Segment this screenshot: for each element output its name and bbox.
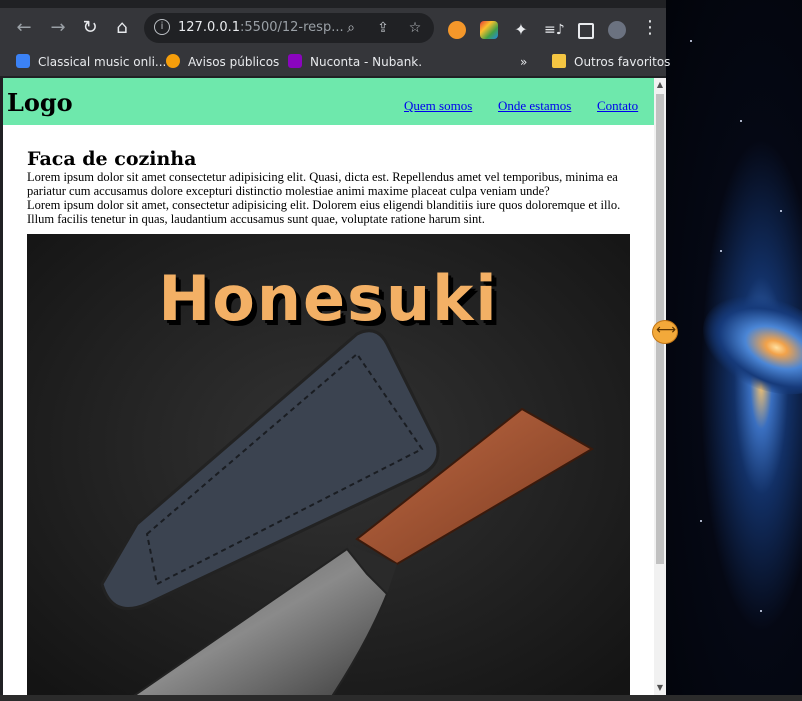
music-bookmark-icon [16, 54, 30, 68]
tab-strip [0, 0, 666, 6]
paragraph: Lorem ipsum dolor sit amet, consectetur … [27, 198, 621, 226]
bookmarks-bar: Classical music onli... Avisos públicos … [0, 48, 670, 77]
bookmark-item[interactable]: Avisos públicos [166, 53, 279, 71]
scroll-down-icon[interactable]: ▼ [656, 684, 664, 692]
extension-icon[interactable] [448, 21, 466, 39]
puzzle-icon[interactable]: ✦ [512, 21, 530, 39]
paragraph: Lorem ipsum dolor sit amet consectetur a… [27, 170, 618, 198]
home-icon[interactable]: ⌂ [110, 16, 134, 40]
star [720, 250, 722, 252]
hero-title: Honesuki [158, 262, 499, 335]
forward-icon[interactable]: → [46, 16, 70, 40]
nav-link-contato[interactable]: Contato [597, 98, 638, 114]
knife-product-image: Honesuki [27, 234, 630, 695]
menu-icon[interactable]: ⋮ [638, 16, 662, 40]
back-icon[interactable]: ← [12, 16, 36, 40]
scroll-up-icon[interactable]: ▲ [656, 81, 664, 89]
star [740, 120, 742, 122]
bookmark-star-icon[interactable]: ☆ [406, 19, 424, 37]
browser-window: ← → ↻ ⌂ i 127.0.0.1:5500/12-resp... ⌕ ⇪ … [0, 0, 670, 701]
site-logo[interactable]: Logo [7, 88, 73, 117]
nav-link-quem-somos[interactable]: Quem somos [404, 98, 472, 114]
reload-icon[interactable]: ↻ [78, 16, 102, 40]
browser-toolbar: ← → ↻ ⌂ i 127.0.0.1:5500/12-resp... ⌕ ⇪ … [0, 8, 666, 48]
star [760, 610, 762, 612]
star [780, 210, 782, 212]
resize-handle-icon[interactable] [652, 320, 678, 344]
more-bookmarks-button[interactable]: » [520, 53, 527, 71]
nav-link-onde-estamos[interactable]: Onde estamos [498, 98, 571, 114]
avisos-bookmark-icon [166, 54, 180, 68]
media-control-icon[interactable]: ≡♪ [544, 21, 565, 39]
bookmark-item[interactable]: Classical music onli... [16, 53, 166, 71]
bookmark-item[interactable]: Nuconta - Nubank. [288, 53, 422, 71]
site-info-icon[interactable]: i [154, 19, 170, 35]
color-extension-icon[interactable] [480, 21, 498, 39]
share-icon[interactable]: ⇪ [374, 19, 392, 37]
vertical-scrollbar[interactable]: ▲ ▼ [654, 78, 666, 695]
page-title: Faca de cozinha [27, 148, 197, 170]
site-header: Logo Quem somos Onde estamos Contato [3, 78, 654, 125]
other-favorites-folder[interactable]: Outros favoritos [552, 53, 670, 71]
profile-avatar[interactable] [608, 21, 626, 39]
page-viewport: Logo Quem somos Onde estamos Contato Fac… [3, 78, 654, 695]
side-panel-icon[interactable] [578, 23, 594, 39]
star [700, 520, 702, 522]
folder-icon [552, 54, 566, 68]
main-content: Faca de cozinha Lorem ipsum dolor sit am… [27, 148, 630, 226]
url-text: 127.0.0.1:5500/12-resp... [178, 20, 344, 35]
star [690, 40, 692, 42]
address-bar[interactable]: i 127.0.0.1:5500/12-resp... ⌕ ⇪ ☆ [144, 13, 434, 43]
taskbar [0, 695, 802, 701]
zoom-icon[interactable]: ⌕ [342, 19, 360, 37]
nubank-bookmark-icon [288, 54, 302, 68]
